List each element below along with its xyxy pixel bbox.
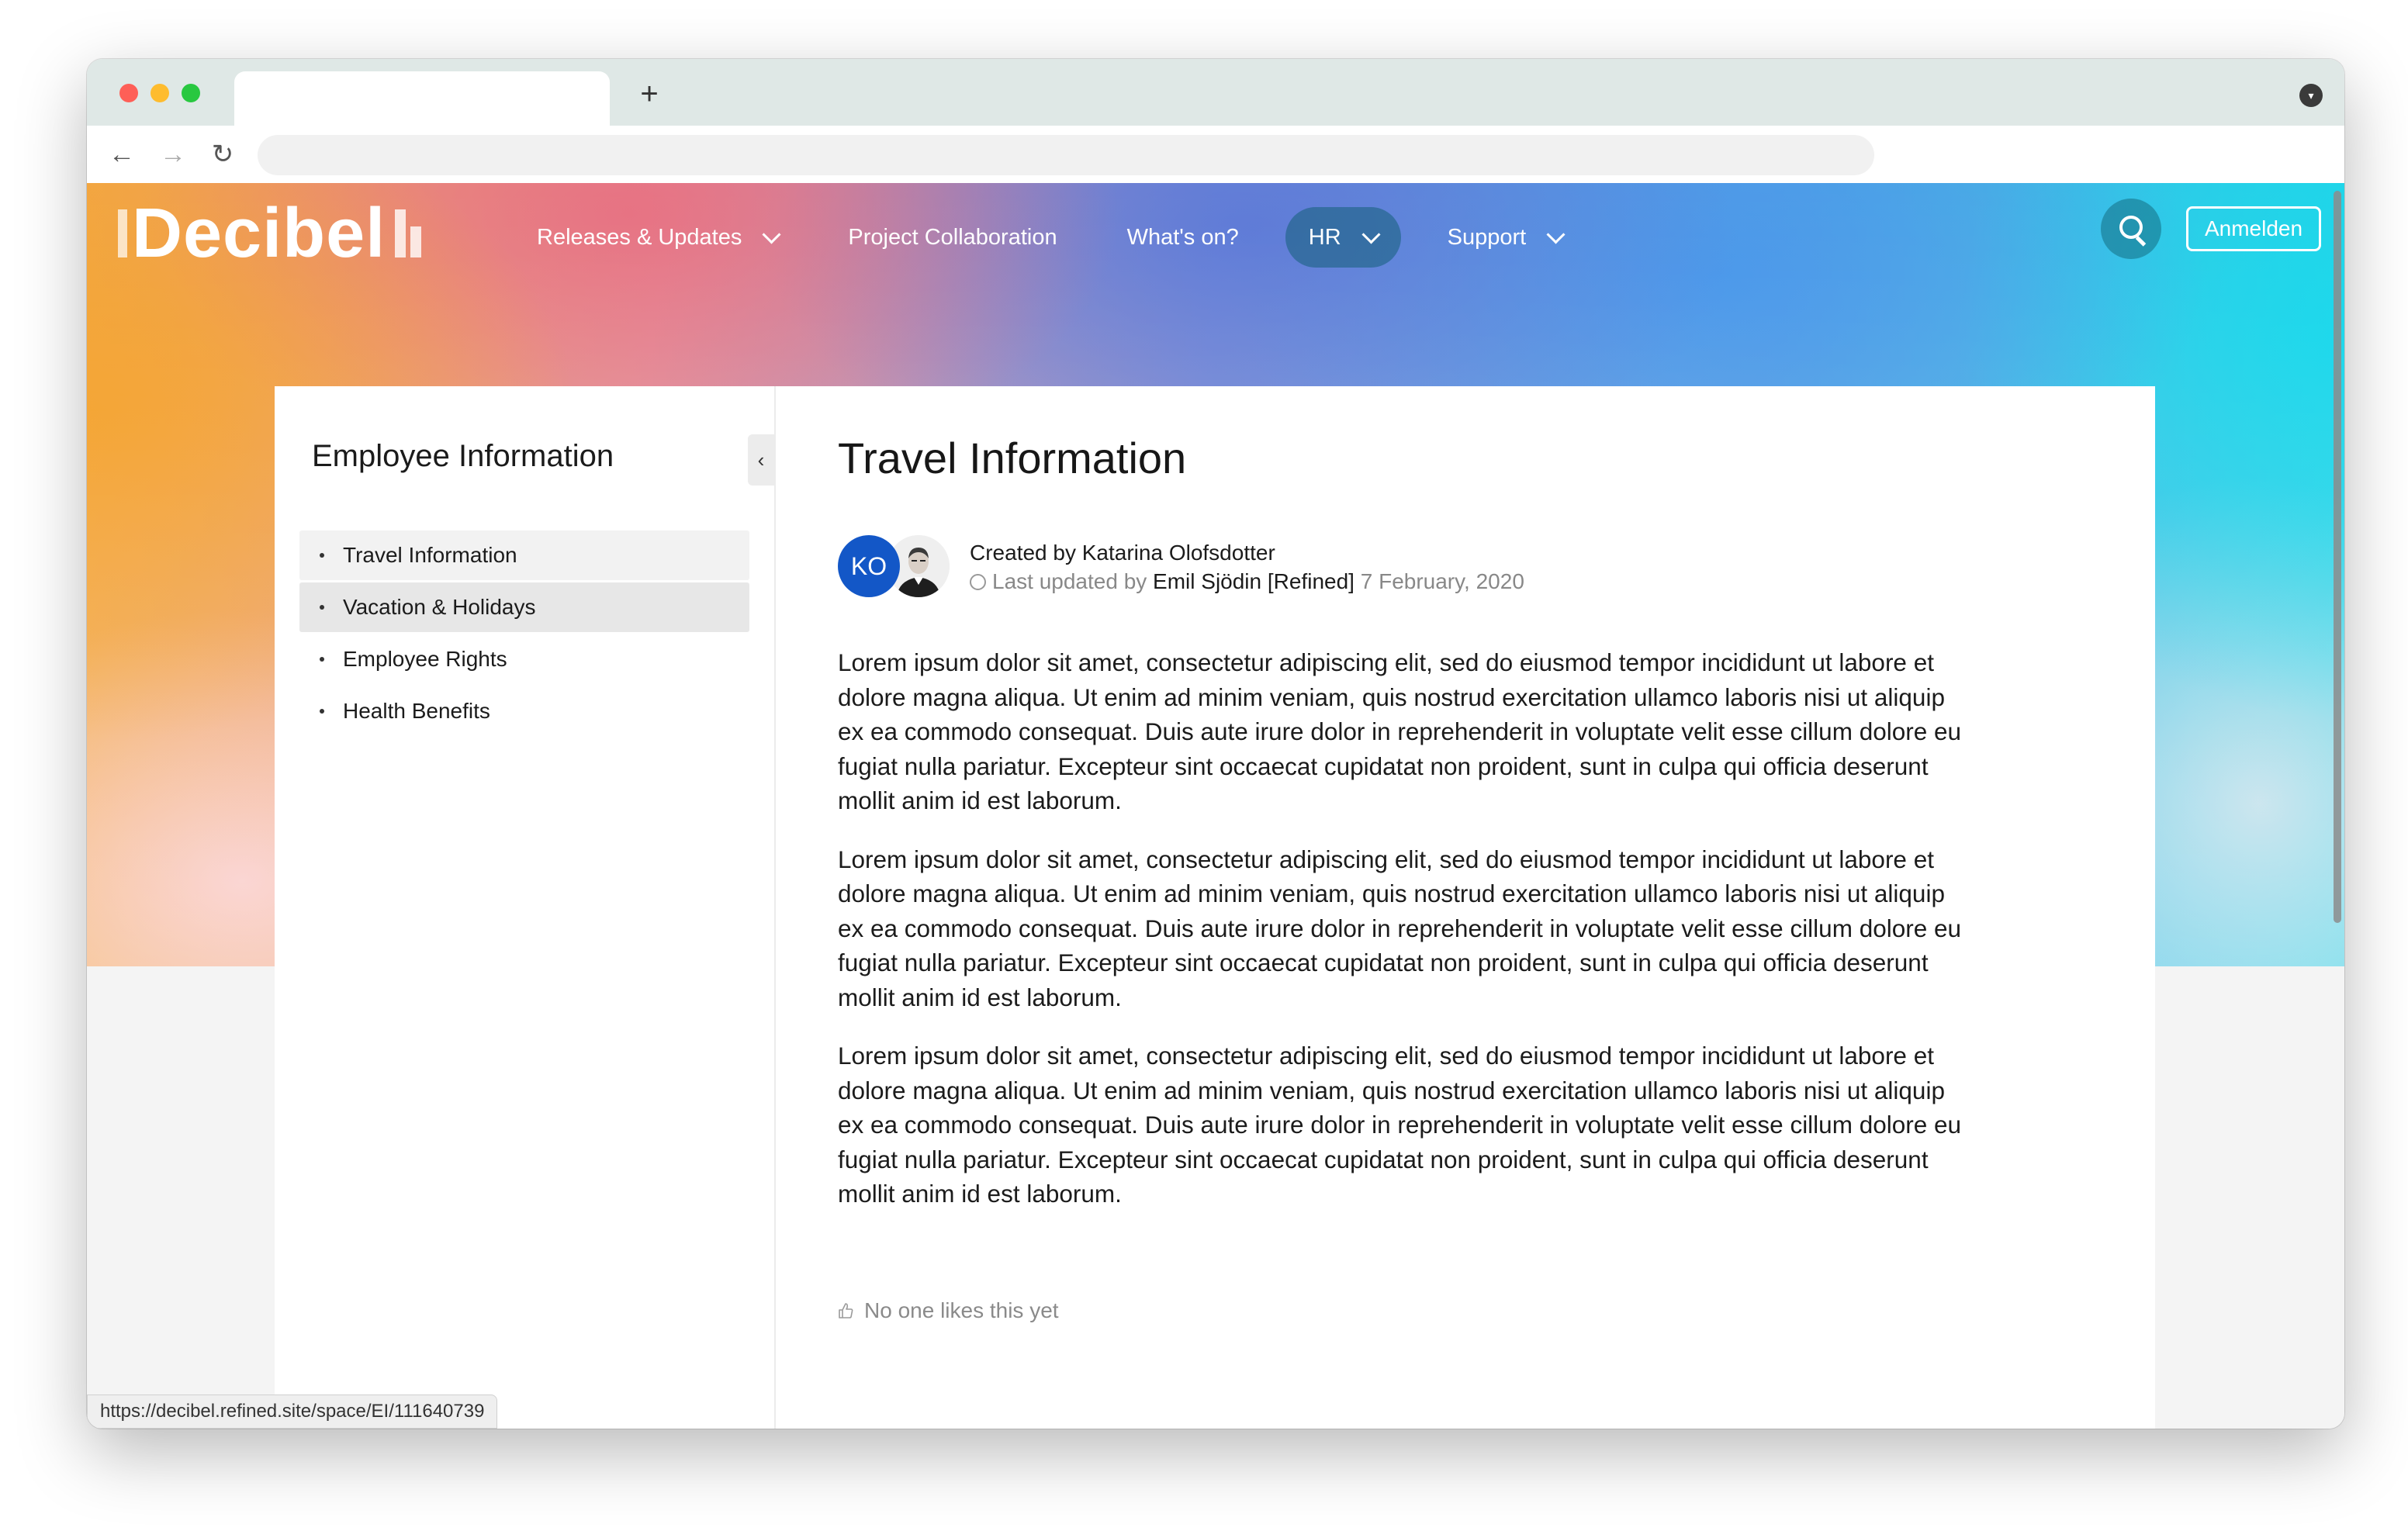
sidebar-item-vacation-holidays[interactable]: Vacation & Holidays <box>299 582 749 632</box>
nav-releases-updates[interactable]: Releases & Updates <box>514 207 801 268</box>
chevron-down-icon <box>762 224 781 244</box>
address-bar[interactable] <box>258 135 1874 175</box>
nav-label: HR <box>1308 224 1341 250</box>
chevron-down-icon <box>1546 224 1566 244</box>
bullet-icon <box>320 657 324 662</box>
browser-window: + ▾ ← → ↻ Decibel Releases & Updates Pro… <box>87 59 2344 1429</box>
avatar-creator[interactable]: KO <box>838 535 900 597</box>
reload-icon[interactable]: ↻ <box>203 135 242 174</box>
nav-label: What's on? <box>1126 224 1239 250</box>
logo-bars-icon <box>390 209 422 257</box>
status-bar-url: https://decibel.refined.site/space/EI/11… <box>87 1394 498 1429</box>
created-prefix: Created by <box>970 541 1082 565</box>
sidebar-item-label: Health Benefits <box>343 699 490 723</box>
browser-tab-bar: + ▾ <box>87 59 2344 126</box>
back-arrow-icon[interactable]: ← <box>102 135 141 174</box>
sidebar-list: Travel Information Vacation & Holidays E… <box>299 530 749 738</box>
minimize-window-button[interactable] <box>150 84 169 102</box>
page-viewport: Decibel Releases & Updates Project Colla… <box>87 183 2344 1429</box>
search-button[interactable] <box>2101 199 2161 259</box>
browser-toolbar: ← → ↻ <box>87 126 2344 183</box>
sidebar-item-label: Vacation & Holidays <box>343 595 536 619</box>
top-navigation: Releases & Updates Project Collaboration… <box>514 206 1609 268</box>
bullet-icon <box>320 709 324 714</box>
sidebar-item-health-benefits[interactable]: Health Benefits <box>299 686 749 736</box>
forward-arrow-icon[interactable]: → <box>154 135 192 174</box>
login-button[interactable]: Anmelden <box>2186 206 2321 251</box>
search-icon <box>2119 216 2143 239</box>
close-window-button[interactable] <box>119 84 138 102</box>
sidebar-title: Employee Information <box>312 439 614 473</box>
browser-tab[interactable] <box>234 71 610 126</box>
sidebar-item-label: Travel Information <box>343 543 517 567</box>
nav-label: Project Collaboration <box>848 224 1057 250</box>
updated-date[interactable]: 7 February, 2020 <box>1361 569 1524 593</box>
likes-section[interactable]: No one likes this yet <box>838 1298 1059 1323</box>
page-body: Lorem ipsum dolor sit amet, consectetur … <box>838 645 1970 1236</box>
likes-text: No one likes this yet <box>864 1298 1059 1322</box>
bullet-icon <box>320 605 324 610</box>
page-metadata: Created by Katarina Olofsdotter Last upd… <box>970 538 1524 596</box>
clock-icon <box>970 574 986 590</box>
created-by-user[interactable]: Katarina Olofsdotter <box>1082 541 1275 565</box>
logo-text: Decibel <box>132 194 386 272</box>
sidebar-item-employee-rights[interactable]: Employee Rights <box>299 634 749 684</box>
tab-menu-chevron-down-icon[interactable]: ▾ <box>2299 84 2323 107</box>
updated-prefix: Last updated by <box>992 569 1154 593</box>
site-logo[interactable]: Decibel <box>118 191 422 276</box>
bullet-icon <box>320 553 324 558</box>
contributors-avatars: KO <box>838 535 962 597</box>
page-title: Travel Information <box>838 434 1187 482</box>
nav-hr[interactable]: HR <box>1285 207 1401 268</box>
nav-support[interactable]: Support <box>1424 207 1586 268</box>
nav-project-collaboration[interactable]: Project Collaboration <box>825 207 1080 268</box>
nav-label: Support <box>1447 224 1527 250</box>
content-card: Employee Information ‹ Travel Informatio… <box>275 386 2155 1429</box>
nav-whats-on[interactable]: What's on? <box>1104 207 1262 268</box>
chevron-down-icon <box>1361 224 1381 244</box>
maximize-window-button[interactable] <box>182 84 200 102</box>
sidebar-item-label: Employee Rights <box>343 647 507 671</box>
last-updated-line: Last updated by Emil Sjödin [Refined] 7 … <box>970 567 1524 596</box>
new-tab-button[interactable]: + <box>630 74 669 113</box>
logo-bar-left-icon <box>118 209 127 257</box>
body-paragraph: Lorem ipsum dolor sit amet, consectetur … <box>838 845 1962 1011</box>
sidebar-item-travel-information[interactable]: Travel Information <box>299 530 749 580</box>
page-tree-sidebar: Employee Information ‹ Travel Informatio… <box>275 386 776 1429</box>
collapse-sidebar-chevron-left-icon[interactable]: ‹ <box>748 434 774 486</box>
page-scrollbar[interactable] <box>2334 191 2341 923</box>
nav-label: Releases & Updates <box>537 224 742 250</box>
body-paragraph: Lorem ipsum dolor sit amet, consectetur … <box>838 648 1962 814</box>
body-paragraph: Lorem ipsum dolor sit amet, consectetur … <box>838 1042 1962 1208</box>
updated-by-user[interactable]: Emil Sjödin [Refined] <box>1153 569 1354 593</box>
created-by-line: Created by Katarina Olofsdotter <box>970 538 1524 567</box>
thumbs-up-icon <box>839 1303 853 1318</box>
